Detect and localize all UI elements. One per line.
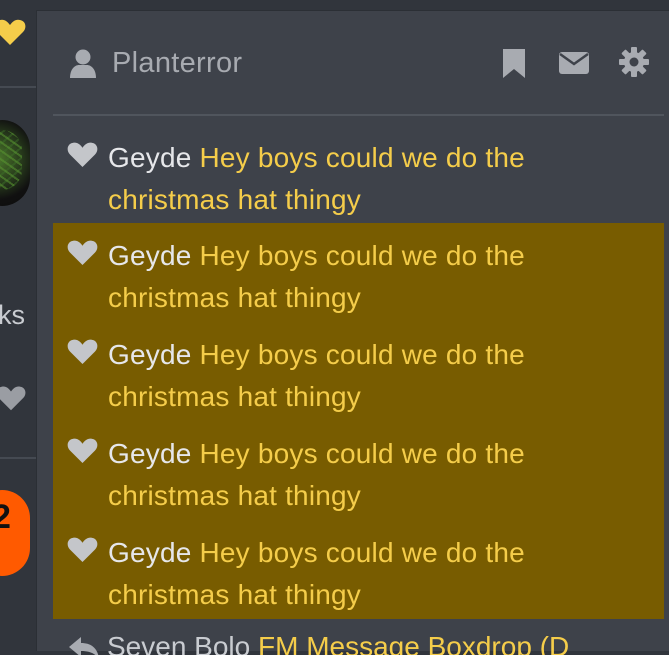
user-icon xyxy=(69,49,97,84)
heart-icon[interactable] xyxy=(67,335,98,377)
avatar-glyph: 2 xyxy=(0,498,11,536)
heart-icon[interactable] xyxy=(67,533,98,575)
chat-panel: Planterror Geyde Hey boys could we do th… xyxy=(36,10,669,655)
heart-icon[interactable] xyxy=(0,384,26,417)
panel-header: Planterror xyxy=(37,11,669,115)
avatar[interactable]: 2 xyxy=(0,490,30,576)
mail-icon[interactable] xyxy=(558,51,590,80)
message-row-partial[interactable]: Seven Bolo FM Message Boxdrop (D xyxy=(53,631,664,655)
divider xyxy=(0,457,36,459)
message-text: FM Message Boxdrop (D xyxy=(258,631,570,655)
heart-icon[interactable] xyxy=(0,18,26,51)
message-list: Geyde Hey boys could we do the christmas… xyxy=(53,125,664,619)
left-sidebar-strip: ks 2 xyxy=(0,0,36,642)
gear-icon[interactable] xyxy=(619,47,649,82)
message-author[interactable]: Geyde xyxy=(108,438,199,469)
username[interactable]: Planterror xyxy=(112,47,242,80)
heart-icon[interactable] xyxy=(67,434,98,476)
message-row[interactable]: Geyde Hey boys could we do the christmas… xyxy=(53,322,664,421)
message-author[interactable]: Geyde xyxy=(108,142,199,173)
heart-icon[interactable] xyxy=(67,236,98,278)
bookmark-icon[interactable] xyxy=(501,47,527,84)
heart-icon[interactable] xyxy=(67,138,98,180)
avatar[interactable] xyxy=(0,120,30,206)
message-row[interactable]: Geyde Hey boys could we do the christmas… xyxy=(53,421,664,520)
message-row[interactable]: Geyde Hey boys could we do the christmas… xyxy=(53,520,664,619)
message-author[interactable]: Seven Bolo xyxy=(107,631,258,655)
header-divider xyxy=(53,114,664,116)
message-row[interactable]: Geyde Hey boys could we do the christmas… xyxy=(53,223,664,322)
message-author[interactable]: Geyde xyxy=(108,339,199,370)
message-author[interactable]: Geyde xyxy=(108,537,199,568)
message-row[interactable]: Geyde Hey boys could we do the christmas… xyxy=(53,125,664,223)
message-author[interactable]: Geyde xyxy=(108,240,199,271)
partial-label: ks xyxy=(0,300,25,330)
reply-icon[interactable] xyxy=(67,635,101,655)
divider xyxy=(0,86,36,88)
